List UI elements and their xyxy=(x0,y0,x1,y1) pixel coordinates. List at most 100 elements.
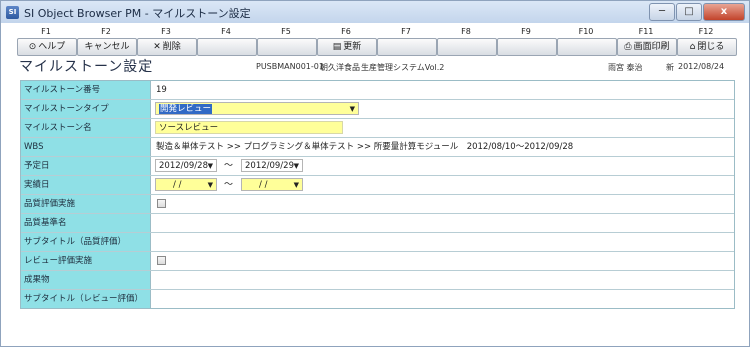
save-icon: ▤ xyxy=(332,42,342,52)
milestone-type-select[interactable]: 開発レビュー ▼ xyxy=(155,102,359,115)
actual-date-label: 実績日 xyxy=(21,176,151,194)
form-row: 品質基準名 xyxy=(21,214,734,233)
quality-eval-checkbox[interactable] xyxy=(157,199,166,208)
function-key-labels: F1 F2 F3 F4 F5 F6 F7 F8 F9 F10 F11 F12 xyxy=(16,27,739,37)
title-bar: SI SI Object Browser PM - マイルストーン設定 ─ □ … xyxy=(1,1,749,23)
fkey-label: F4 xyxy=(221,27,231,36)
date-range-separator: ～ xyxy=(224,161,234,171)
delete-icon: ✕ xyxy=(153,42,161,52)
print-icon: ⎙ xyxy=(624,42,632,52)
wbs-value: 製造＆単体テスト >> プログラミング＆単体テスト >> 所要量計算モジュール … xyxy=(156,142,574,152)
wbs-label: WBS xyxy=(21,138,151,156)
window-title: SI Object Browser PM - マイルストーン設定 xyxy=(24,7,251,20)
actual-date-from-value: / / xyxy=(173,180,182,190)
function-key-toolbar: ⊙ ヘルプ キャンセル ✕ 削除 ▤ 更新 ⎙ 画面印刷 ⌂ 閉じる xyxy=(16,38,739,56)
subtitle-review-label: サブタイトル（レビュー評価） xyxy=(21,290,151,308)
deliverable-label: 成果物 xyxy=(21,271,151,289)
fkey-label: F7 xyxy=(401,27,411,36)
f8-button[interactable] xyxy=(437,38,497,56)
planned-date-label: 予定日 xyxy=(21,157,151,175)
f10-button[interactable] xyxy=(557,38,617,56)
screen-header: マイルストーン設定 PUSBMAN001-01 朝久洋食品 生産管理システムVo… xyxy=(16,58,739,76)
form-row: マイルストーン番号 19 xyxy=(21,81,734,100)
subtitle-quality-label: サブタイトル（品質評価） xyxy=(21,233,151,251)
chevron-down-icon: ▼ xyxy=(293,181,299,189)
fkey-label: F8 xyxy=(461,27,471,36)
review-eval-label: レビュー評価実施 xyxy=(21,252,151,270)
quality-std-value xyxy=(152,214,734,232)
chevron-down-icon: ▼ xyxy=(207,162,213,170)
page-title: マイルストーン設定 xyxy=(19,59,154,75)
chevron-down-icon: ▼ xyxy=(207,181,213,189)
company-name: 朝久洋食品 xyxy=(320,63,360,72)
quality-eval-label: 品質評価実施 xyxy=(21,195,151,213)
close-window-button[interactable]: x xyxy=(703,3,745,21)
fkey-label: F12 xyxy=(698,27,714,36)
form-row: レビュー評価実施 xyxy=(21,252,734,271)
close-button-label: 閉じる xyxy=(697,42,725,52)
date-range-separator: ～ xyxy=(224,180,234,190)
form-row: 予定日 2012/09/28 ▼ ～ 2012/09/29 ▼ xyxy=(21,157,734,176)
current-date: 2012/08/24 xyxy=(678,62,725,71)
milestone-no-value: 19 xyxy=(156,85,167,95)
form-row: マイルストーン名 ソースレビュー xyxy=(21,119,734,138)
fkey-label: F3 xyxy=(161,27,171,36)
milestone-no-label: マイルストーン番号 xyxy=(21,81,151,99)
form-row: WBS 製造＆単体テスト >> プログラミング＆単体テスト >> 所要量計算モジ… xyxy=(21,138,734,157)
actual-date-from-picker[interactable]: / / ▼ xyxy=(155,178,217,191)
update-button[interactable]: ▤ 更新 xyxy=(317,38,377,56)
milestone-type-value: 開発レビュー xyxy=(159,104,213,114)
fkey-label: F10 xyxy=(578,27,594,36)
form-row: 品質評価実施 xyxy=(21,195,734,214)
system-name: 生産管理システムVol.2 xyxy=(361,63,445,72)
f9-button[interactable] xyxy=(497,38,557,56)
milestone-name-label: マイルストーン名 xyxy=(21,119,151,137)
chevron-down-icon: ▼ xyxy=(293,162,299,170)
maximize-button[interactable]: □ xyxy=(676,3,702,21)
fkey-label: F1 xyxy=(41,27,51,36)
app-window: SI SI Object Browser PM - マイルストーン設定 ─ □ … xyxy=(0,0,750,347)
fkey-label: F5 xyxy=(281,27,291,36)
close-button[interactable]: ⌂ 閉じる xyxy=(677,38,737,56)
form-row: サブタイトル（品質評価） xyxy=(21,233,734,252)
actual-date-to-picker[interactable]: / / ▼ xyxy=(241,178,303,191)
fkey-label: F11 xyxy=(638,27,654,36)
quality-std-label: 品質基準名 xyxy=(21,214,151,232)
cancel-button[interactable]: キャンセル xyxy=(77,38,137,56)
app-icon: SI xyxy=(6,6,19,19)
help-button[interactable]: ⊙ ヘルプ xyxy=(17,38,77,56)
subtitle-quality-value xyxy=(152,233,734,251)
minimize-button[interactable]: ─ xyxy=(649,3,675,21)
fkey-label: F2 xyxy=(101,27,111,36)
print-button-label: 画面印刷 xyxy=(633,42,670,52)
form-row: 成果物 xyxy=(21,271,734,290)
cancel-button-label: キャンセル xyxy=(84,42,130,52)
milestone-type-label: マイルストーンタイプ xyxy=(21,100,151,118)
planned-date-from-value: 2012/09/28 xyxy=(159,161,208,171)
date-label: 新 xyxy=(666,63,674,72)
planned-date-to-value: 2012/09/29 xyxy=(245,161,294,171)
form-row: マイルストーンタイプ 開発レビュー ▼ xyxy=(21,100,734,119)
print-screen-button[interactable]: ⎙ 画面印刷 xyxy=(617,38,677,56)
planned-date-from-picker[interactable]: 2012/09/28 ▼ xyxy=(155,159,217,172)
deliverable-value xyxy=(152,271,734,289)
f5-button[interactable] xyxy=(257,38,317,56)
screen-id: PUSBMAN001-01 xyxy=(256,62,324,71)
form-row: サブタイトル（レビュー評価） xyxy=(21,290,734,308)
help-icon: ⊙ xyxy=(28,42,37,52)
review-eval-checkbox[interactable] xyxy=(157,256,166,265)
fkey-label: F6 xyxy=(341,27,351,36)
f4-button[interactable] xyxy=(197,38,257,56)
update-button-label: 更新 xyxy=(343,42,362,52)
f7-button[interactable] xyxy=(377,38,437,56)
delete-button[interactable]: ✕ 削除 xyxy=(137,38,197,56)
chevron-down-icon: ▼ xyxy=(349,105,355,113)
help-button-label: ヘルプ xyxy=(38,42,66,52)
subtitle-review-value xyxy=(152,290,734,308)
user-name: 雨宮 泰治 xyxy=(608,63,643,72)
milestone-name-input[interactable]: ソースレビュー xyxy=(155,121,343,134)
fkey-label: F9 xyxy=(521,27,531,36)
actual-date-to-value: / / xyxy=(259,180,268,190)
delete-button-label: 削除 xyxy=(162,42,181,52)
planned-date-to-picker[interactable]: 2012/09/29 ▼ xyxy=(241,159,303,172)
